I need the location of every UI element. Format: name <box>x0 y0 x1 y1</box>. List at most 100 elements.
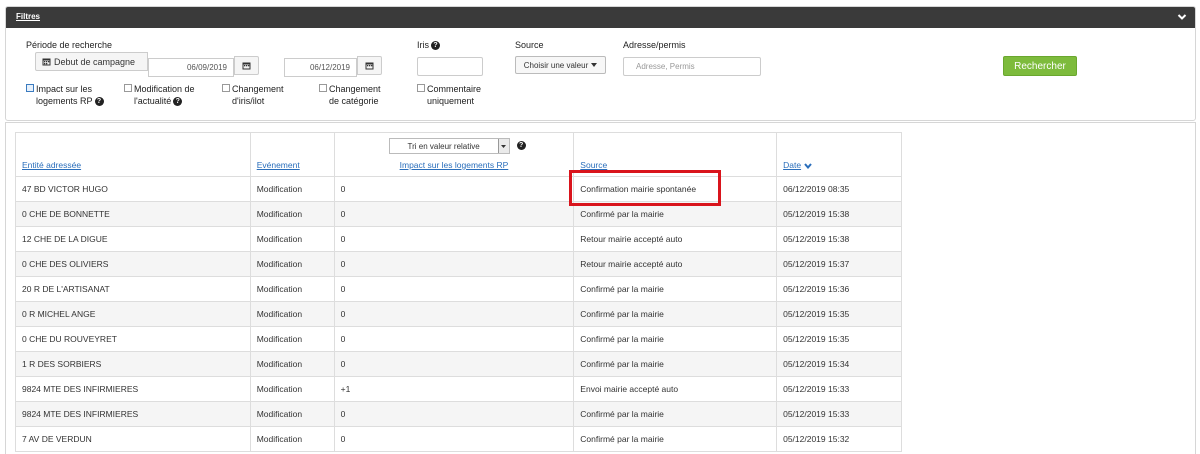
sort-desc-icon[interactable] <box>804 163 813 169</box>
date-end-calendar-button[interactable] <box>357 56 382 75</box>
header-impact: Tri en valeur relative ? Impact sur les … <box>333 132 575 177</box>
header-source-link[interactable]: Source <box>580 160 607 170</box>
cell-impact: 0 <box>333 401 575 427</box>
header-date: Date <box>776 132 902 177</box>
cell-entite: 9824 MTE DES INFIRMIERES <box>15 376 251 402</box>
cell-source: Confirmé par la mairie <box>573 426 778 452</box>
help-icon[interactable]: ? <box>94 97 104 107</box>
source-select-value: Choisir une valeur <box>523 60 589 70</box>
cell-evenement: Modification <box>249 251 335 277</box>
cell-entite: 1 R DES SORBIERS <box>15 351 251 377</box>
sort-mode-value: Tri en valeur relative <box>407 141 480 151</box>
cell-evenement: Modification <box>249 176 335 202</box>
checkbox-box[interactable] <box>417 84 425 92</box>
sort-mode-select[interactable]: Tri en valeur relative <box>388 138 510 154</box>
caret-down-icon <box>497 139 509 153</box>
cell-date: 05/12/2019 15:33 <box>776 376 902 402</box>
checkbox-label: Changement <box>232 84 284 94</box>
checkbox-label: l'actualité <box>134 96 172 106</box>
checkbox-changement-categorie[interactable]: Changement de catégorie <box>319 83 381 107</box>
cell-entite: 0 R MICHEL ANGE <box>15 301 251 327</box>
cell-evenement: Modification <box>249 326 335 352</box>
cell-date: 05/12/2019 15:33 <box>776 401 902 427</box>
cell-impact: +1 <box>333 376 575 402</box>
table-row[interactable]: 9824 MTE DES INFIRMIERES Modification 0 Con… <box>15 401 902 427</box>
checkbox-box[interactable] <box>26 84 34 92</box>
caret-down-icon <box>591 63 598 67</box>
table-row[interactable]: 1 R DES SORBIERS Modification 0 Confirmé pa… <box>15 351 902 377</box>
cell-evenement: Modification <box>249 226 335 252</box>
cell-impact: 0 <box>333 176 575 202</box>
checkbox-label: Impact sur les <box>36 84 93 94</box>
checkbox-modification-actualite[interactable]: Modification de l'actualité? <box>124 83 195 107</box>
help-icon[interactable]: ? <box>173 97 183 107</box>
cell-source: Envoi mairie accepté auto <box>573 376 778 402</box>
cell-source: Retour mairie accepté auto <box>573 226 778 252</box>
header-entite: Entité adressée <box>15 132 251 177</box>
table-row[interactable]: 9824 MTE DES INFIRMIERES Modification +1 En… <box>15 376 902 402</box>
checkbox-label: logements RP <box>36 96 93 106</box>
cell-impact: 0 <box>333 426 575 452</box>
cell-source: Confirmé par la mairie <box>573 301 778 327</box>
results-panel: Entité adressée Evénement Tri en valeur … <box>5 122 1196 454</box>
header-entite-link[interactable]: Entité adressée <box>22 160 81 170</box>
checkbox-box[interactable] <box>222 84 230 92</box>
cell-source: Confirmé par la mairie <box>573 276 778 302</box>
filters-header[interactable]: Filtres <box>6 7 1195 28</box>
cell-date: 05/12/2019 15:36 <box>776 276 902 302</box>
table-row[interactable]: 0 CHE DU ROUVEYRET Modification 0 Confirmé … <box>15 326 902 352</box>
cell-date: 06/12/2019 08:35 <box>776 176 902 202</box>
cell-date: 05/12/2019 15:34 <box>776 351 902 377</box>
header-evenement-link[interactable]: Evénement <box>257 160 300 170</box>
period-button-label: Debut de campagne <box>54 56 136 67</box>
cell-source: Confirmation mairie spontanée <box>573 176 778 202</box>
adresse-label: Adresse/permis <box>623 40 686 50</box>
cell-evenement: Modification <box>249 376 335 402</box>
header-impact-link[interactable]: Impact sur les logements RP <box>400 160 509 170</box>
date-start-input[interactable]: 06/09/2019 <box>148 58 234 77</box>
table-row[interactable]: 0 CHE DES OLIVIERS Modification 0 Retour ma… <box>15 251 902 277</box>
checkbox-label: d'iris/ilot <box>232 96 265 106</box>
table-row[interactable]: 0 R MICHEL ANGE Modification 0 Confirmé par… <box>15 301 902 327</box>
iris-label: Iris? <box>417 40 440 51</box>
date-end-input[interactable]: 06/12/2019 <box>284 58 357 77</box>
chevron-down-icon[interactable] <box>1177 12 1187 22</box>
help-icon[interactable]: ? <box>431 41 440 51</box>
results-table: Entité adressée Evénement Tri en valeur … <box>15 132 902 452</box>
table-row[interactable]: 7 AV DE VERDUN Modification 0 Confirmé par … <box>15 426 902 452</box>
filters-title[interactable]: Filtres <box>16 12 40 21</box>
adresse-input[interactable]: Adresse, Permis <box>623 57 761 76</box>
search-button[interactable]: Rechercher <box>1003 56 1077 76</box>
checkbox-impact-rp[interactable]: Impact sur les logements RP? <box>26 83 104 107</box>
date-start-calendar-button[interactable] <box>234 56 259 75</box>
header-date-link[interactable]: Date <box>783 160 801 170</box>
checkbox-box[interactable] <box>319 84 327 92</box>
cell-entite: 0 CHE DE BONNETTE <box>15 201 251 227</box>
cell-impact: 0 <box>333 201 575 227</box>
calendar-icon <box>42 58 51 66</box>
cell-evenement: Modification <box>249 426 335 452</box>
source-select[interactable]: Choisir une valeur <box>515 56 606 74</box>
checkbox-commentaire[interactable]: Commentaire uniquement <box>417 83 481 107</box>
checkbox-changement-iris[interactable]: Changement d'iris/ilot <box>222 83 284 107</box>
help-icon[interactable]: ? <box>516 141 526 150</box>
checkbox-box[interactable] <box>124 84 132 92</box>
period-button[interactable]: Debut de campagne <box>35 52 148 71</box>
table-row[interactable]: 12 CHE DE LA DIGUE Modification 0 Retour ma… <box>15 226 902 252</box>
cell-date: 05/12/2019 15:35 <box>776 326 902 352</box>
cell-evenement: Modification <box>249 351 335 377</box>
table-row[interactable]: 47 BD VICTOR HUGO Modification 0 Confirmati… <box>15 176 902 202</box>
iris-input[interactable] <box>417 57 483 76</box>
table-row[interactable]: 0 CHE DE BONNETTE Modification 0 Confirmé p… <box>15 201 902 227</box>
iris-label-text: Iris <box>417 40 429 50</box>
cell-source: Retour mairie accepté auto <box>573 251 778 277</box>
cell-impact: 0 <box>333 276 575 302</box>
cell-evenement: Modification <box>249 301 335 327</box>
cell-entite: 7 AV DE VERDUN <box>15 426 251 452</box>
cell-source: Confirmé par la mairie <box>573 401 778 427</box>
cell-source: Confirmé par la mairie <box>573 326 778 352</box>
checkbox-label: de catégorie <box>329 96 379 106</box>
table-row[interactable]: 20 R DE L'ARTISANAT Modification 0 Confirmé… <box>15 276 902 302</box>
cell-impact: 0 <box>333 301 575 327</box>
cell-impact: 0 <box>333 326 575 352</box>
